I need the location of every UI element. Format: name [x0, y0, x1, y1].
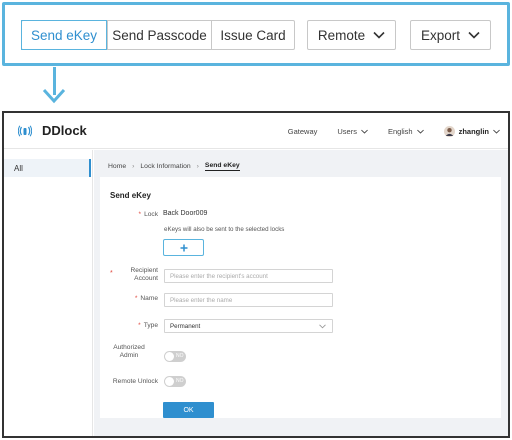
chevron-down-icon [373, 31, 385, 39]
send-passcode-button[interactable]: Send Passcode [107, 21, 211, 49]
recipient-label: Recipient Account [130, 267, 159, 282]
type-label: * Type [138, 322, 158, 329]
lock-label: * Lock [138, 211, 158, 218]
nav-user-menu[interactable]: zhanglin [443, 126, 500, 137]
export-dropdown[interactable]: Export [410, 20, 491, 50]
remote-unlock-label: Remote Unlock [112, 378, 158, 385]
sidebar: All [4, 150, 93, 436]
nav-language-label: English [387, 127, 413, 136]
chevron-down-icon [493, 129, 500, 134]
nav-gateway[interactable]: Gateway [288, 127, 318, 136]
nav-users-label: Users [337, 127, 357, 136]
breadcrumb-current: Send eKey [204, 161, 240, 171]
action-toolbar: Send eKey Send Passcode Issue Card Remot… [2, 2, 510, 66]
nav-username: zhanglin [458, 127, 489, 136]
type-selected-value: Permanent [170, 322, 201, 330]
export-label: Export [420, 27, 461, 43]
app-name: DDlock [42, 123, 87, 138]
breadcrumb-separator-icon: › [132, 162, 135, 170]
breadcrumb: Home › Lock Information › Send eKey [94, 156, 501, 176]
issue-card-button[interactable]: Issue Card [211, 21, 294, 49]
breadcrumb-home[interactable]: Home [108, 163, 126, 170]
toggle-knob [165, 377, 174, 386]
nav-language[interactable]: English [388, 127, 424, 136]
toggle-knob [165, 352, 174, 361]
type-select[interactable]: Permanent [164, 319, 333, 333]
nav-users[interactable]: Users [337, 127, 368, 136]
toggle-state-text: NO [176, 353, 184, 359]
signal-logo-icon [18, 125, 32, 136]
breadcrumb-lock-information[interactable]: Lock Information [140, 163, 190, 170]
authorized-admin-toggle[interactable]: NO [164, 351, 186, 362]
breadcrumb-separator-icon: › [196, 162, 199, 170]
plus-icon [180, 244, 187, 251]
lock-value: Back Door009 [163, 210, 208, 217]
app-header: DDlock Gateway Users English zhanglin [4, 113, 508, 149]
sidebar-item-all[interactable]: All [4, 159, 91, 177]
arrow-down-icon [42, 88, 66, 104]
recipient-account-input[interactable]: Please enter the recipient's account [164, 269, 333, 283]
ok-button[interactable]: OK [163, 402, 214, 418]
name-label: * Name [134, 295, 158, 302]
remote-unlock-toggle[interactable]: NO [164, 376, 186, 387]
nav-gateway-label: Gateway [287, 127, 318, 136]
app-logo[interactable]: DDlock [18, 123, 87, 138]
chevron-down-icon [416, 129, 424, 134]
toggle-state-text: NO [176, 378, 184, 384]
chevron-down-icon [361, 129, 368, 134]
authorized-admin-label: Authorized Admin [113, 344, 145, 359]
lock-hint: eKeys will also be sent to the selected … [164, 226, 285, 233]
remote-dropdown[interactable]: Remote [307, 20, 396, 50]
form-title: Send eKey [110, 191, 151, 200]
top-nav: Gateway Users English zhanglin [268, 126, 500, 137]
add-lock-button[interactable] [163, 239, 204, 256]
send-button-group: Send eKey Send Passcode Issue Card [21, 20, 295, 50]
name-input[interactable]: Please enter the name [164, 293, 333, 307]
avatar [443, 126, 455, 137]
send-ekey-button[interactable]: Send eKey [21, 20, 107, 50]
chevron-down-icon [319, 323, 326, 328]
chevron-down-icon [468, 31, 480, 39]
send-ekey-form: Send eKey * Lock Back Door009 eKeys will … [100, 177, 501, 418]
remote-label: Remote [317, 27, 366, 43]
app-window: DDlock Gateway Users English zhanglin Al… [2, 111, 510, 438]
